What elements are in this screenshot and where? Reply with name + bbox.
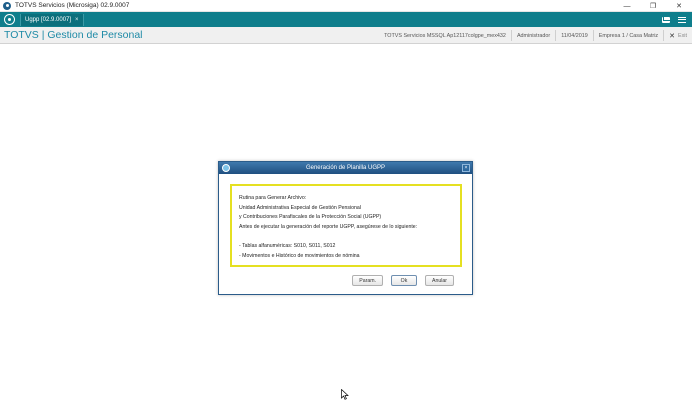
tab-label: Ugpp [02.9.0007] bbox=[25, 16, 72, 23]
dialog-close-icon[interactable]: × bbox=[462, 164, 470, 172]
message-line: - Tablas alfanuméricas: S010, S011, S012 bbox=[239, 242, 336, 249]
user-info: Administrador bbox=[510, 30, 555, 41]
message-line: - Movimentos e Histórico de movimientos … bbox=[239, 252, 360, 259]
message-line: Rutina para Generar Archivo: bbox=[239, 195, 307, 201]
mail-icon[interactable] bbox=[662, 16, 670, 23]
cancel-button[interactable]: Anular bbox=[425, 275, 454, 286]
message-line bbox=[239, 232, 453, 242]
minimize-icon[interactable]: — bbox=[614, 0, 640, 12]
mouse-cursor-icon bbox=[341, 389, 349, 400]
header-info: TOTVS Servicios MSSQL Ap12117colgpe_mex4… bbox=[379, 27, 692, 44]
company-info: Empresa 1 / Casa Matriz bbox=[592, 30, 663, 41]
message-line: Unidad Administrativa Especial de Gestió… bbox=[239, 204, 361, 211]
window-controls: — ❐ ✕ bbox=[614, 0, 692, 12]
message-line: Antes de ejecutar la generación del repo… bbox=[239, 223, 418, 230]
tab-ugpp[interactable]: Ugpp [02.9.0007] × bbox=[20, 13, 84, 26]
exit-button[interactable]: ✕ Exit bbox=[663, 30, 692, 41]
tabbar-actions bbox=[662, 12, 686, 27]
tab-close-icon[interactable]: × bbox=[75, 17, 79, 23]
dialog-titlebar[interactable]: Generación de Planilla UGPP × bbox=[219, 162, 472, 174]
window-title: TOTVS Servicios (Microsiga) 02.9.0007 bbox=[15, 2, 130, 9]
params-button[interactable]: Param. bbox=[352, 275, 383, 286]
dialog-message-box: Rutina para Generar Archivo: Unidad Admi… bbox=[230, 184, 462, 267]
close-icon[interactable]: ✕ bbox=[666, 0, 692, 12]
app-title: TOTVS | Gestion de Personal bbox=[4, 29, 143, 41]
home-icon[interactable] bbox=[4, 14, 15, 25]
ok-button[interactable]: Ok bbox=[391, 275, 417, 286]
maximize-icon[interactable]: ❐ bbox=[640, 0, 666, 12]
ugpp-dialog: Generación de Planilla UGPP × Rutina par… bbox=[218, 161, 473, 295]
exit-label: Exit bbox=[678, 32, 687, 39]
server-info: TOTVS Servicios MSSQL Ap12117colgpe_mex4… bbox=[384, 32, 506, 39]
message-line: y Contribuciones Parafiscales de la Prot… bbox=[239, 214, 382, 221]
dialog-title: Generación de Planilla UGPP bbox=[305, 165, 386, 171]
exit-icon: ✕ bbox=[669, 32, 675, 40]
app-logo-icon bbox=[3, 1, 11, 10]
dialog-buttons: Param. Ok Anular bbox=[352, 275, 454, 286]
date-info: 11/04/2019 bbox=[555, 30, 593, 41]
os-titlebar: TOTVS Servicios (Microsiga) 02.9.0007 — … bbox=[0, 0, 692, 12]
tab-bar: Ugpp [02.9.0007] × bbox=[0, 12, 692, 27]
menu-icon[interactable] bbox=[678, 16, 686, 23]
header-bar: TOTVS | Gestion de Personal TOTVS Servic… bbox=[0, 27, 692, 44]
